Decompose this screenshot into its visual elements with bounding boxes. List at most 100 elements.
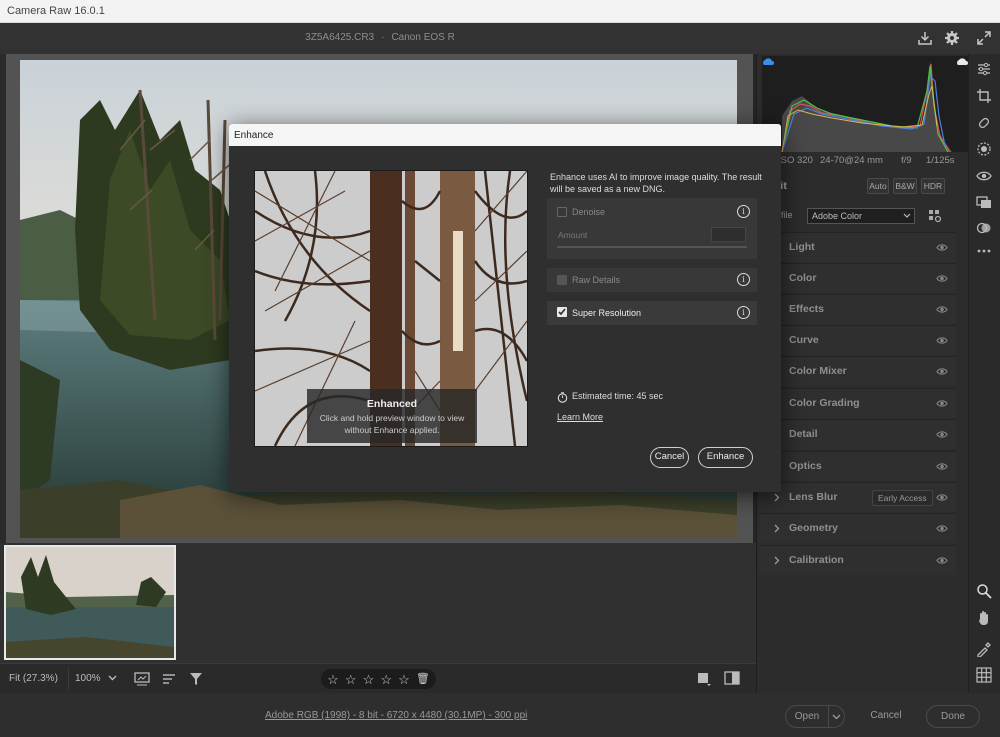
zoom-100-button[interactable]: 100%	[68, 668, 107, 690]
cancel-button[interactable]: Cancel	[858, 705, 914, 728]
star-icon[interactable]: ☆	[327, 673, 339, 686]
fit-zoom-button[interactable]: Fit (27.3%)	[3, 668, 64, 690]
panel-color-mixer[interactable]: Color Mixer	[759, 356, 956, 386]
workflow-options-link[interactable]: Adobe RGB (1998) - 8 bit - 6720 x 4480 (…	[265, 710, 527, 721]
super-resolution-info-icon[interactable]: i	[737, 306, 750, 319]
stopwatch-icon	[557, 392, 568, 403]
preview-heading: Enhanced	[366, 398, 418, 410]
shadow-clipping-icon[interactable]	[762, 56, 774, 68]
panel-calibration[interactable]: Calibration	[759, 545, 956, 575]
status-bar: Adobe RGB (1998) - 8 bit - 6720 x 4480 (…	[0, 693, 1000, 737]
sort-icon[interactable]	[161, 671, 177, 687]
masking-icon[interactable]	[976, 141, 992, 157]
panel-color[interactable]: Color	[759, 263, 956, 293]
dialog-titlebar[interactable]: Enhance	[229, 124, 781, 146]
panel-color-grading[interactable]: Color Grading	[759, 388, 956, 418]
visibility-eye-icon[interactable]	[936, 524, 948, 533]
dialog-cancel-button[interactable]: Cancel	[650, 447, 689, 468]
super-resolution-checkbox[interactable]	[557, 307, 567, 317]
highlight-clipping-icon[interactable]	[956, 56, 968, 68]
hdr-button[interactable]: HDR	[921, 178, 945, 194]
zoom-tool-icon[interactable]	[976, 583, 992, 599]
panel-curve[interactable]: Curve	[759, 325, 956, 355]
star-icon[interactable]: ☆	[398, 673, 410, 686]
crop-icon[interactable]	[976, 88, 992, 104]
amount-slider[interactable]	[557, 246, 747, 248]
denoise-option: Denoise i Amount	[547, 198, 757, 259]
visibility-eye-icon[interactable]	[936, 462, 948, 471]
raw-details-info-icon[interactable]: i	[737, 273, 750, 286]
raw-details-checkbox[interactable]	[557, 275, 567, 285]
denoise-label: Denoise	[572, 207, 606, 217]
panel-label: Color Grading	[789, 397, 860, 409]
iso-value: ISO 320	[778, 155, 813, 166]
auto-button[interactable]: Auto	[867, 178, 889, 194]
visibility-eye-icon[interactable]	[936, 399, 948, 408]
snapshots-icon[interactable]	[976, 194, 992, 210]
open-dropdown-chevron-icon[interactable]	[829, 705, 845, 728]
panel-geometry[interactable]: Geometry	[759, 513, 956, 543]
star-icon[interactable]: ☆	[363, 673, 375, 686]
panel-detail[interactable]: Detail	[759, 419, 956, 449]
amount-field[interactable]	[711, 227, 746, 242]
enhance-button[interactable]: Enhance	[698, 447, 753, 468]
profile-row: Profile Adobe Color	[762, 205, 968, 227]
filmstrip-thumbnail[interactable]	[4, 545, 176, 660]
visibility-eye-icon[interactable]	[936, 305, 948, 314]
denoise-info-icon[interactable]: i	[737, 205, 750, 218]
panel-label: Curve	[789, 334, 819, 346]
file-info-separator: ·	[381, 32, 385, 43]
visibility-eye-icon[interactable]	[936, 274, 948, 283]
dialog-title: Enhance	[234, 130, 274, 141]
save-icon[interactable]	[917, 30, 933, 46]
panel-light[interactable]: Light	[759, 232, 956, 262]
settings-gear-icon[interactable]	[944, 30, 960, 46]
bw-button[interactable]: B&W	[893, 178, 917, 194]
color-sampler-icon[interactable]	[976, 641, 992, 657]
profile-select[interactable]: Adobe Color	[807, 208, 915, 224]
expand-chevron-icon[interactable]	[774, 524, 780, 533]
window-title: Camera Raw 16.0.1	[7, 5, 105, 17]
trash-icon[interactable]: 🗑	[416, 673, 430, 685]
open-button[interactable]: Open	[785, 705, 829, 728]
expand-chevron-icon[interactable]	[774, 556, 780, 565]
panel-optics[interactable]: Optics	[759, 451, 956, 481]
profile-browser-icon[interactable]	[928, 209, 942, 223]
star-icon[interactable]: ☆	[345, 673, 357, 686]
hand-tool-icon[interactable]	[976, 610, 992, 626]
filter-icon[interactable]	[188, 671, 204, 687]
panel-label: Optics	[789, 460, 822, 472]
file-info: 3Z5A6425.CR3 · Canon EOS R	[0, 32, 760, 43]
visibility-eye-icon[interactable]	[936, 430, 948, 439]
before-after-icon[interactable]	[724, 670, 740, 686]
healing-brush-icon[interactable]	[976, 115, 992, 131]
fullscreen-icon[interactable]	[976, 30, 992, 46]
zoom-dropdown-chevron-icon[interactable]	[108, 675, 117, 681]
presets-icon[interactable]	[976, 220, 992, 236]
color-label-icon[interactable]	[697, 672, 711, 686]
visibility-eye-icon[interactable]	[936, 336, 948, 345]
grid-overlay-icon[interactable]	[976, 667, 992, 683]
done-button[interactable]: Done	[926, 705, 980, 728]
panel-label: Detail	[789, 428, 818, 440]
learn-more-link[interactable]: Learn More	[557, 412, 603, 422]
denoise-checkbox[interactable]	[557, 207, 567, 217]
visibility-eye-icon[interactable]	[936, 493, 948, 502]
enhance-preview[interactable]: Enhanced Click and hold preview window t…	[254, 170, 528, 447]
histogram	[762, 56, 968, 152]
visibility-eye-icon[interactable]	[936, 556, 948, 565]
star-icon[interactable]: ☆	[380, 673, 392, 686]
star-rating: ☆ ☆ ☆ ☆ ☆ 🗑	[321, 669, 436, 689]
edit-row: Edit Auto B&W HDR	[762, 175, 968, 197]
visibility-eye-icon[interactable]	[936, 367, 948, 376]
shutter-value: 1/125s	[926, 155, 955, 166]
enhance-description: Enhance uses AI to improve image quality…	[550, 172, 762, 194]
edit-sliders-icon[interactable]	[976, 61, 992, 77]
panel-lens-blur[interactable]: Lens Blur Early Access	[759, 482, 956, 512]
visibility-eye-icon[interactable]	[936, 243, 948, 252]
panel-effects[interactable]: Effects	[759, 294, 956, 324]
more-options-icon[interactable]	[976, 246, 992, 256]
filmstrip-view-icon[interactable]	[134, 671, 150, 687]
red-eye-icon[interactable]	[976, 168, 992, 184]
expand-chevron-icon[interactable]	[774, 493, 780, 502]
